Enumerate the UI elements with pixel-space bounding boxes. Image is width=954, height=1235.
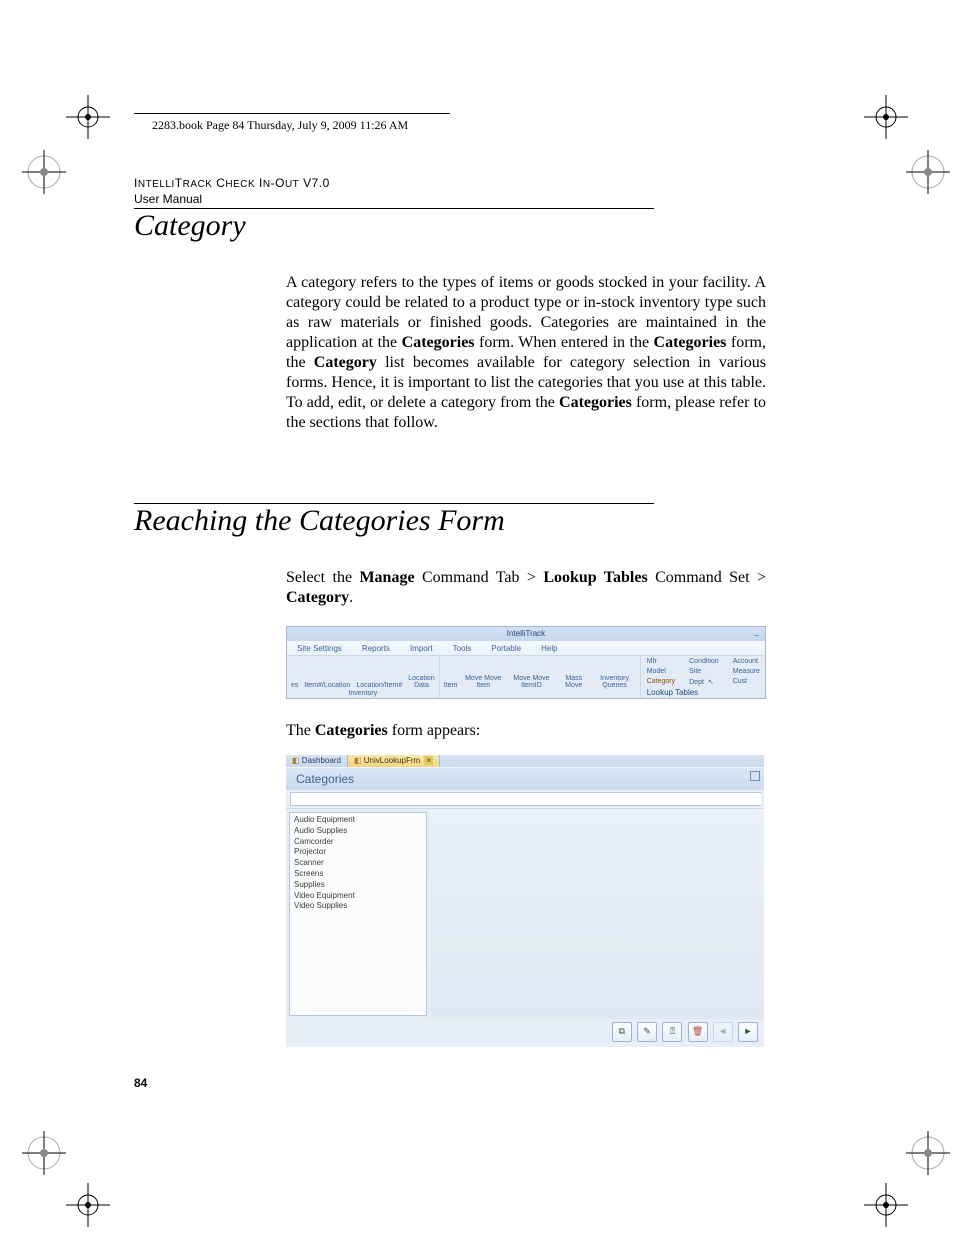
doc-subtitle: User Manual <box>134 192 764 206</box>
section-heading-reaching: Reaching the Categories Form <box>134 504 764 538</box>
list-item[interactable]: Camcorder <box>294 837 422 848</box>
window-title: IntelliTrack <box>507 629 545 638</box>
window-minimize-icon[interactable]: – <box>755 629 759 643</box>
form-title: Categories <box>286 767 764 790</box>
form-toolbar: ⧉ ✎ ⍰ 🗑 ◄ ► <box>286 1019 764 1047</box>
registration-mark <box>864 1183 908 1227</box>
registration-mark <box>66 1183 110 1227</box>
ribbon-tab[interactable]: Portable <box>481 644 531 653</box>
registration-mark <box>906 150 950 194</box>
registration-mark <box>906 1131 950 1175</box>
product-name: INTELLITRACK CHECK IN-OUT V7.0 <box>134 176 764 190</box>
ribbon-group-label: Inventory <box>291 690 435 697</box>
ribbon-group-label: Lookup Tables <box>647 688 760 697</box>
list-item[interactable]: Screens <box>294 869 422 880</box>
registration-mark <box>22 1131 66 1175</box>
lookup-link[interactable]: Cust <box>733 678 760 688</box>
nav-first-icon[interactable]: ⧉ <box>612 1022 632 1042</box>
ribbon-button[interactable]: Location Data <box>408 675 434 690</box>
search-input[interactable] <box>290 792 761 806</box>
nav-next-icon[interactable]: ◄ <box>713 1022 733 1042</box>
lookup-link[interactable]: Measure <box>733 668 760 677</box>
delete-icon[interactable]: 🗑 <box>688 1022 708 1042</box>
ribbon-tab[interactable]: Site Settings <box>287 644 352 653</box>
search-bar <box>286 790 764 808</box>
lookup-link[interactable]: Mfr <box>647 658 675 667</box>
categories-form-screenshot: ◧ Dashboard ◧ UnivLookupFrm × Categories… <box>286 755 764 1047</box>
tab-dashboard[interactable]: ◧ Dashboard <box>286 755 348 767</box>
close-icon[interactable]: × <box>424 756 433 765</box>
ribbon-button[interactable]: Item#/Location <box>304 682 350 690</box>
lookup-link[interactable]: Model <box>647 668 675 677</box>
lookup-link[interactable]: Account <box>733 658 760 667</box>
header-rule <box>134 113 450 114</box>
ribbon-tab-strip: Site Settings Reports Import Tools Porta… <box>287 641 765 655</box>
tab-univlookupfrm[interactable]: ◧ UnivLookupFrm × <box>348 755 440 767</box>
registration-mark <box>22 150 66 194</box>
list-item[interactable]: Audio Supplies <box>294 826 422 837</box>
list-item[interactable]: Scanner <box>294 858 422 869</box>
section2-paragraph: Select the Manage Command Tab > Lookup T… <box>286 568 766 608</box>
categories-appears-text: The Categories form appears: <box>286 721 766 741</box>
list-item[interactable]: Video Equipment <box>294 891 422 902</box>
lookup-link[interactable]: Condition <box>689 658 719 667</box>
form-tab-strip: ◧ Dashboard ◧ UnivLookupFrm × <box>286 755 764 767</box>
page-number: 84 <box>134 1076 147 1090</box>
nav-prev-icon[interactable]: ✎ <box>637 1022 657 1042</box>
lookup-link[interactable]: Dept↖ <box>689 678 719 688</box>
registration-mark <box>66 95 110 139</box>
cursor-icon: ↖ <box>708 679 714 686</box>
registration-mark <box>864 95 908 139</box>
save-icon[interactable]: ⍰ <box>662 1022 682 1042</box>
list-item[interactable]: Projector <box>294 847 422 858</box>
ribbon-tab[interactable]: Import <box>400 644 443 653</box>
categories-listbox[interactable]: Audio Equipment Audio Supplies Camcorder… <box>289 812 427 1016</box>
ribbon-button[interactable]: Move Move ItemID <box>509 675 554 690</box>
form-detail-panel <box>430 809 764 1019</box>
section-heading-category: Category <box>134 209 764 243</box>
window-title-bar: IntelliTrack – <box>287 627 765 641</box>
lookup-link[interactable]: Site <box>689 668 719 677</box>
ribbon-button[interactable]: Mass Move <box>560 675 587 690</box>
nav-last-icon[interactable]: ► <box>738 1022 758 1042</box>
ribbon-button[interactable]: Inventory Queries <box>593 675 635 690</box>
list-item[interactable]: Audio Equipment <box>294 815 422 826</box>
lookup-link-category[interactable]: Category <box>647 678 675 688</box>
ribbon-button[interactable]: Move Move Item <box>463 675 503 690</box>
ribbon-screenshot: IntelliTrack – Site Settings Reports Imp… <box>286 626 766 699</box>
ribbon-button[interactable]: Item <box>444 682 458 690</box>
list-item[interactable]: Video Supplies <box>294 901 422 912</box>
book-page-header: 2283.book Page 84 Thursday, July 9, 2009… <box>152 118 408 133</box>
ribbon-button[interactable]: es <box>291 682 298 690</box>
ribbon-tab[interactable]: Tools <box>443 644 482 653</box>
ribbon-button[interactable]: Location/Item# <box>356 682 402 690</box>
section1-paragraph: A category refers to the types of items … <box>286 273 766 433</box>
ribbon-tab[interactable]: Help <box>531 644 567 653</box>
ribbon-tab[interactable]: Reports <box>352 644 400 653</box>
list-item[interactable]: Supplies <box>294 880 422 891</box>
